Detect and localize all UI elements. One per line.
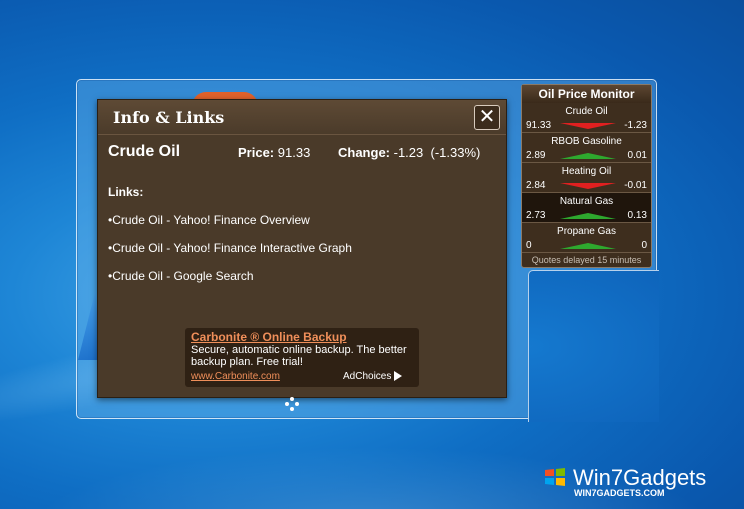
commodity-price: 2.73 xyxy=(526,210,546,221)
trend-up-icon xyxy=(560,243,616,249)
price-row-propane-gas[interactable]: Propane Gas 0 0 xyxy=(522,223,651,253)
price-value: 91.33 xyxy=(277,145,311,160)
close-button[interactable]: ✕ xyxy=(474,105,500,130)
price-label: Price: xyxy=(238,145,275,160)
gadget-title: Oil Price Monitor xyxy=(522,85,651,103)
quote-change: Change: -1.23 (-1.33%) xyxy=(338,145,480,160)
delay-notice: Quotes delayed 15 minutes xyxy=(531,255,642,265)
ad-box: Carbonite ® Online Backup Secure, automa… xyxy=(185,328,419,387)
trend-down-icon xyxy=(560,123,616,129)
price-row-heating-oil[interactable]: Heating Oil 2.84 -0.01 xyxy=(522,163,651,193)
commodity-name: Natural Gas xyxy=(559,196,614,207)
gadget-grip-icon[interactable] xyxy=(283,395,301,413)
adchoices-icon xyxy=(394,371,403,382)
ad-body: Secure, automatic online backup. The bet… xyxy=(191,344,407,368)
commodity-change: 0 xyxy=(641,240,647,251)
commodity-change: -0.01 xyxy=(624,180,647,191)
change-value: -1.23 xyxy=(393,145,424,160)
adchoices-label: AdChoices xyxy=(343,371,392,382)
windows-logo-icon xyxy=(545,468,565,486)
commodity-price: 0 xyxy=(526,240,532,251)
adchoices-link[interactable]: AdChoices xyxy=(343,371,403,382)
link-yahoo-graph[interactable]: Crude Oil - Yahoo! Finance Interactive G… xyxy=(108,241,352,255)
info-links-flyout: Info & Links ✕ Crude Oil Price: 91.33 Ch… xyxy=(97,99,507,398)
close-icon: ✕ xyxy=(478,106,496,128)
trend-up-icon xyxy=(560,153,616,159)
commodity-name: Propane Gas xyxy=(557,226,616,237)
flyout-title: Info & Links xyxy=(113,108,225,127)
price-row-rbob-gasoline[interactable]: RBOB Gasoline 2.89 0.01 xyxy=(522,133,651,163)
commodity-price: 2.89 xyxy=(526,150,546,161)
commodity-price: 2.84 xyxy=(526,180,546,191)
price-row-crude-oil[interactable]: Crude Oil 91.33 -1.23 xyxy=(522,103,651,133)
links-heading: Links: xyxy=(108,185,144,199)
ad-url-link[interactable]: www.Carbonite.com xyxy=(191,371,280,382)
commodity-name: RBOB Gasoline xyxy=(551,136,622,147)
ad-title-link[interactable]: Carbonite ® Online Backup xyxy=(191,330,413,344)
flyout-header: Info & Links ✕ xyxy=(98,100,506,135)
commodity-change: -1.23 xyxy=(624,120,647,131)
trend-up-icon xyxy=(560,213,616,219)
link-google-search[interactable]: Crude Oil - Google Search xyxy=(108,269,253,283)
commodity-price: 91.33 xyxy=(526,120,552,131)
quote-symbol: Crude Oil xyxy=(108,143,181,160)
change-percent: (-1.33%) xyxy=(430,145,481,160)
commodity-name: Heating Oil xyxy=(561,166,612,177)
quote-summary: Crude Oil Price: 91.33 Change: -1.23 (-1… xyxy=(108,143,500,163)
commodity-change: 0.13 xyxy=(627,210,647,221)
change-label: Change: xyxy=(338,145,390,160)
frame-cutout xyxy=(528,270,659,422)
link-yahoo-overview[interactable]: Crude Oil - Yahoo! Finance Overview xyxy=(108,213,310,227)
trend-down-icon xyxy=(560,183,616,189)
brand-url: WIN7GADGETS.COM xyxy=(574,488,665,498)
oil-price-monitor-gadget[interactable]: Oil Price Monitor Crude Oil 91.33 -1.23 … xyxy=(521,84,652,268)
price-row-natural-gas[interactable]: Natural Gas 2.73 0.13 xyxy=(522,193,651,223)
commodity-change: 0.01 xyxy=(627,150,647,161)
commodity-name: Crude Oil xyxy=(565,106,608,117)
quote-price: Price: 91.33 xyxy=(238,145,310,160)
